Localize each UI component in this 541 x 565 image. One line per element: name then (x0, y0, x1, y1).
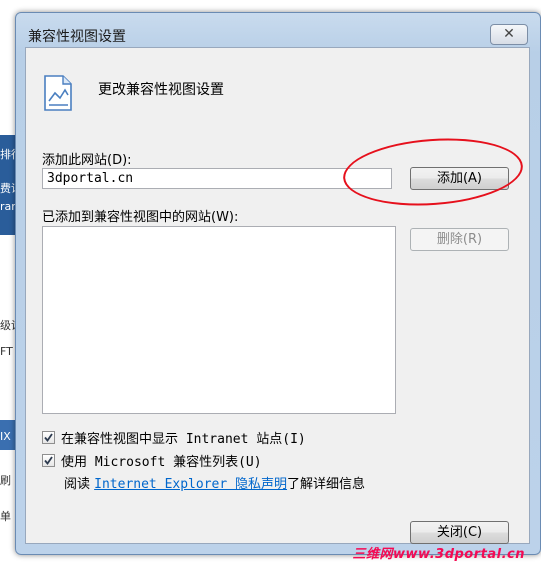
background-text: 排行 (0, 148, 16, 161)
dialog-content: 更改兼容性视图设置 添加此网站(D): 3dportal.cn 添加(A) 已添… (25, 47, 530, 544)
privacy-link[interactable]: Internet Explorer 隐私声明 (94, 477, 287, 492)
intranet-checkbox[interactable] (42, 430, 55, 444)
privacy-prefix: 阅读 (64, 477, 95, 492)
compatibility-view-dialog: 兼容性视图设置 ✕ 更改兼容性视图设置 添加此网站(D): 3dportal.c… (15, 12, 541, 555)
background-text: 级设 (0, 319, 16, 332)
intranet-option[interactable]: 在兼容性视图中显示 Intranet 站点(I) (42, 428, 306, 447)
background-text: ran (0, 200, 16, 213)
annotation-circle (340, 132, 526, 212)
watermark: 三维网www.3dportal.cn (352, 547, 525, 562)
add-site-label: 添加此网站(D): (42, 153, 132, 168)
privacy-row: 阅读 Internet Explorer 隐私声明了解详细信息 (64, 473, 365, 492)
background-text: 费讯 (0, 182, 16, 195)
close-button[interactable]: 关闭(C) (410, 521, 509, 544)
background-text: FT (0, 345, 13, 358)
title-bar: 兼容性视图设置 ✕ (16, 13, 540, 47)
close-window-button[interactable]: ✕ (490, 24, 528, 45)
added-sites-label: 已添加到兼容性视图中的网站(W): (42, 210, 239, 225)
background-text: IX (0, 430, 11, 443)
microsoft-list-option-label: 使用 Microsoft 兼容性列表(U) (61, 454, 262, 470)
header-title: 更改兼容性视图设置 (98, 82, 224, 98)
close-icon: ✕ (503, 26, 515, 42)
remove-button[interactable]: 删除(R) (410, 228, 509, 251)
microsoft-list-option[interactable]: 使用 Microsoft 兼容性列表(U) (42, 451, 262, 470)
microsoft-list-checkbox[interactable] (42, 453, 55, 467)
background-text: 单 (0, 510, 11, 523)
dialog-title: 兼容性视图设置 (28, 29, 126, 45)
added-sites-list[interactable] (42, 226, 396, 414)
privacy-suffix: 了解详细信息 (287, 477, 366, 492)
document-icon (43, 75, 73, 115)
add-site-input[interactable]: 3dportal.cn (42, 168, 392, 189)
background-text: 刷 (0, 474, 11, 487)
intranet-option-label: 在兼容性视图中显示 Intranet 站点(I) (61, 431, 306, 447)
